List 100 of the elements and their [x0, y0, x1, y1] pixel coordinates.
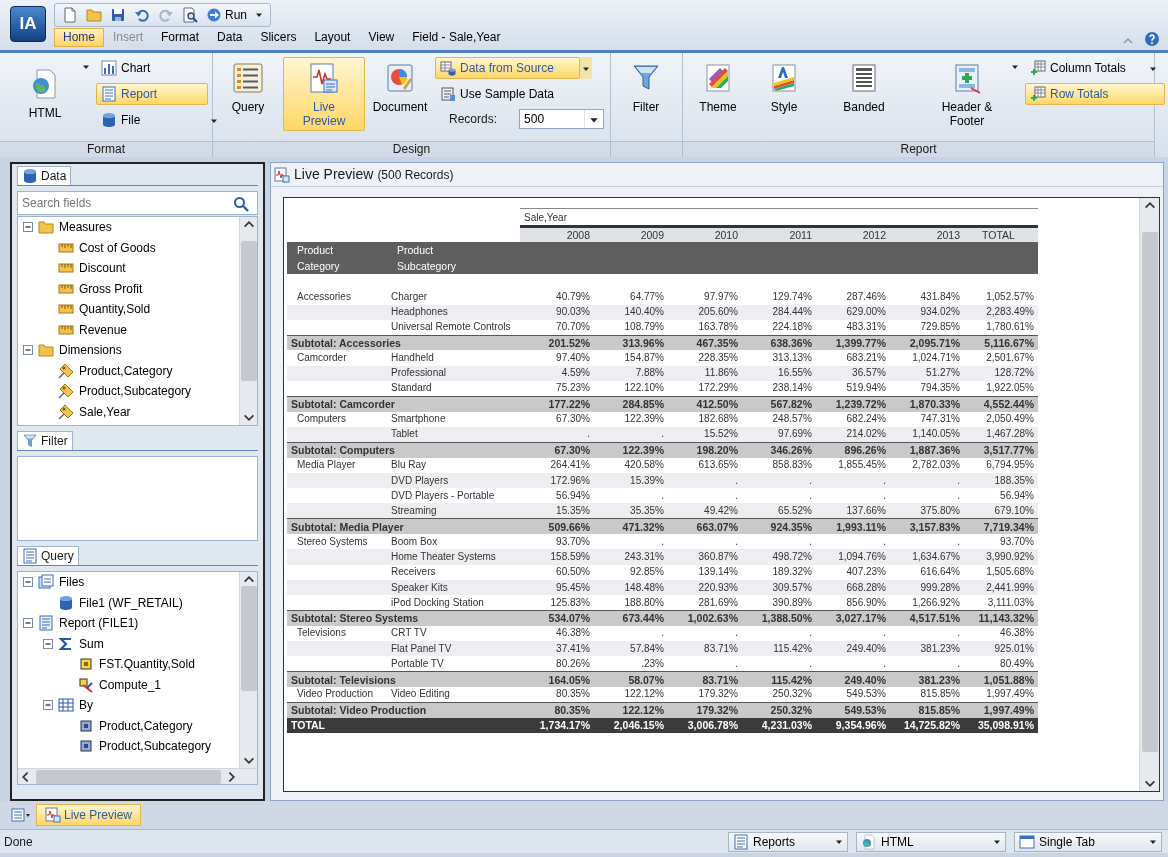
tree-item[interactable]: Gross Profit	[78, 279, 144, 298]
table-cell: 498.72%	[772, 551, 812, 562]
table-cell: 2,046.15%	[613, 719, 664, 732]
table-cell: 925.01%	[994, 642, 1034, 654]
scrollbar-thumb[interactable]	[36, 769, 221, 784]
ribbon-button[interactable]: Data from Source	[435, 57, 580, 79]
panel-tab[interactable]: Filter	[17, 431, 73, 450]
panel-tab[interactable]: Data	[17, 166, 72, 185]
tree-item[interactable]: FST.Quantity,Sold	[98, 655, 196, 674]
field-icon	[78, 656, 94, 673]
document-tab[interactable]: Live Preview	[36, 804, 142, 826]
table-cell: .	[883, 489, 886, 501]
table-cell: 46.38%	[556, 627, 590, 639]
table-cell: Speaker Kits	[391, 581, 448, 593]
table-cell: 60.50%	[556, 566, 590, 578]
menu-tab[interactable]: Data	[208, 28, 252, 47]
tree-item[interactable]: Sum	[78, 634, 105, 653]
collapse-icon[interactable]	[42, 699, 54, 712]
collapse-icon[interactable]	[22, 344, 34, 357]
ribbon-button[interactable]: Header & Footer	[929, 57, 1005, 131]
table-cell: 163.78%	[698, 321, 738, 333]
tree-item[interactable]: Report (FILE1)	[58, 614, 140, 633]
collapse-icon[interactable]	[22, 576, 34, 589]
menu-tab[interactable]: Home	[54, 28, 104, 47]
document-icon	[22, 548, 38, 564]
tree-item[interactable]: Measures	[58, 218, 113, 237]
records-combo-box[interactable]: 500	[519, 109, 605, 129]
table-cell: 122.39%	[624, 413, 664, 425]
app-logo[interactable]: IA	[10, 6, 46, 42]
tree-item[interactable]: By	[78, 696, 94, 715]
view-menu-button[interactable]	[10, 807, 32, 823]
tree-item[interactable]: File1 (WF_RETAIL)	[78, 593, 184, 612]
tree-item[interactable]: Product,Category	[78, 361, 174, 380]
search-box[interactable]: Search fields	[17, 191, 258, 215]
status-dropdown[interactable]: Reports	[728, 831, 848, 852]
table-cell: 616.64%	[920, 566, 960, 578]
tree-item[interactable]: Sale,Year	[78, 402, 132, 421]
table-cell: 1,734.17%	[539, 719, 590, 732]
table-cell: Home Theater Systems	[391, 551, 496, 562]
dropdown-button[interactable]	[580, 57, 592, 79]
ribbon-button[interactable]: Report	[96, 83, 208, 105]
tree-item[interactable]: Revenue	[78, 320, 129, 339]
ribbon-button[interactable]: Style	[753, 57, 815, 117]
ribbon-button[interactable]: HTML	[14, 63, 76, 123]
table-cell: 75.23%	[556, 382, 590, 394]
menu-tab[interactable]: View	[359, 28, 404, 47]
collapse-icon[interactable]	[42, 637, 54, 650]
vertical-scrollbar[interactable]	[239, 572, 257, 768]
table-cell: 815.85%	[918, 704, 960, 717]
scrollbar-thumb[interactable]	[240, 241, 257, 381]
table-cell: Accessories	[297, 290, 351, 302]
scrollbar-thumb[interactable]	[1141, 232, 1158, 752]
table-cell: Computers	[297, 413, 346, 425]
tree-item[interactable]: Product,Category	[98, 716, 194, 735]
tree-item[interactable]: Product,Subcategory	[98, 737, 213, 756]
scrollbar-thumb[interactable]	[240, 586, 257, 691]
ribbon-button[interactable]: Query	[217, 57, 279, 117]
ribbon-button[interactable]: Row Totals	[1025, 83, 1165, 105]
table-cell: 1,993.11%	[836, 520, 886, 533]
status-dropdown[interactable]: HTML	[856, 831, 1006, 852]
table-cell: 93.70%	[1000, 535, 1034, 547]
tree-item[interactable]: Files	[58, 573, 86, 592]
table-cell: Streaming	[391, 504, 437, 516]
ribbon-button[interactable]: Chart	[96, 57, 208, 79]
ribbon-button[interactable]: Column Totals	[1025, 57, 1147, 79]
tree-item[interactable]: Quantity,Sold	[78, 300, 152, 319]
menu-tab[interactable]: Slicers	[251, 28, 306, 47]
collapse-icon[interactable]	[22, 221, 34, 234]
tree-item[interactable]: Cost of Goods	[78, 238, 157, 257]
panel-tab[interactable]: Query	[17, 546, 79, 565]
help-icon[interactable]	[1144, 31, 1160, 47]
menu-tab[interactable]: Format	[152, 28, 209, 47]
ribbon-button[interactable]: Live Preview	[283, 57, 365, 131]
vertical-scrollbar[interactable]	[1139, 198, 1159, 791]
vertical-scrollbar[interactable]	[239, 217, 257, 425]
tree-item[interactable]: Dimensions	[58, 341, 123, 360]
status-dropdown[interactable]: Single Tab	[1014, 831, 1162, 852]
table-cell: .	[957, 627, 960, 639]
table-cell: 80.35%	[556, 688, 590, 700]
table-cell: 16.55%	[778, 367, 812, 379]
row-header: Product Category	[297, 243, 341, 274]
menu-tab[interactable]: Field - Sale,Year	[403, 28, 510, 47]
table-cell: DVD Players - Portable	[391, 489, 495, 501]
ribbon-button[interactable]: Banded	[819, 57, 909, 117]
menu-tab[interactable]: Layout	[305, 28, 360, 47]
ribbon-button[interactable]: Use Sample Data	[435, 83, 595, 105]
subtotal-label: Subtotal: Media Player	[291, 520, 404, 533]
tree-item[interactable]: Discount	[78, 259, 127, 278]
tree-item[interactable]: Product,Subcategory	[78, 382, 193, 401]
run-button[interactable]: Run	[203, 5, 250, 25]
table-cell: CRT TV	[391, 627, 427, 639]
ribbon-button[interactable]: Filter	[615, 57, 677, 117]
collapse-icon[interactable]	[22, 617, 34, 630]
ribbon-button[interactable]: Theme	[687, 57, 749, 117]
table-cell: 483.31%	[846, 321, 886, 333]
table-cell: 729.85%	[920, 321, 960, 333]
horizontal-scrollbar[interactable]	[18, 768, 257, 784]
ribbon-button[interactable]: Document	[369, 57, 431, 117]
ribbon-button[interactable]: File	[96, 109, 208, 131]
tree-item[interactable]: Compute_1	[98, 675, 163, 694]
